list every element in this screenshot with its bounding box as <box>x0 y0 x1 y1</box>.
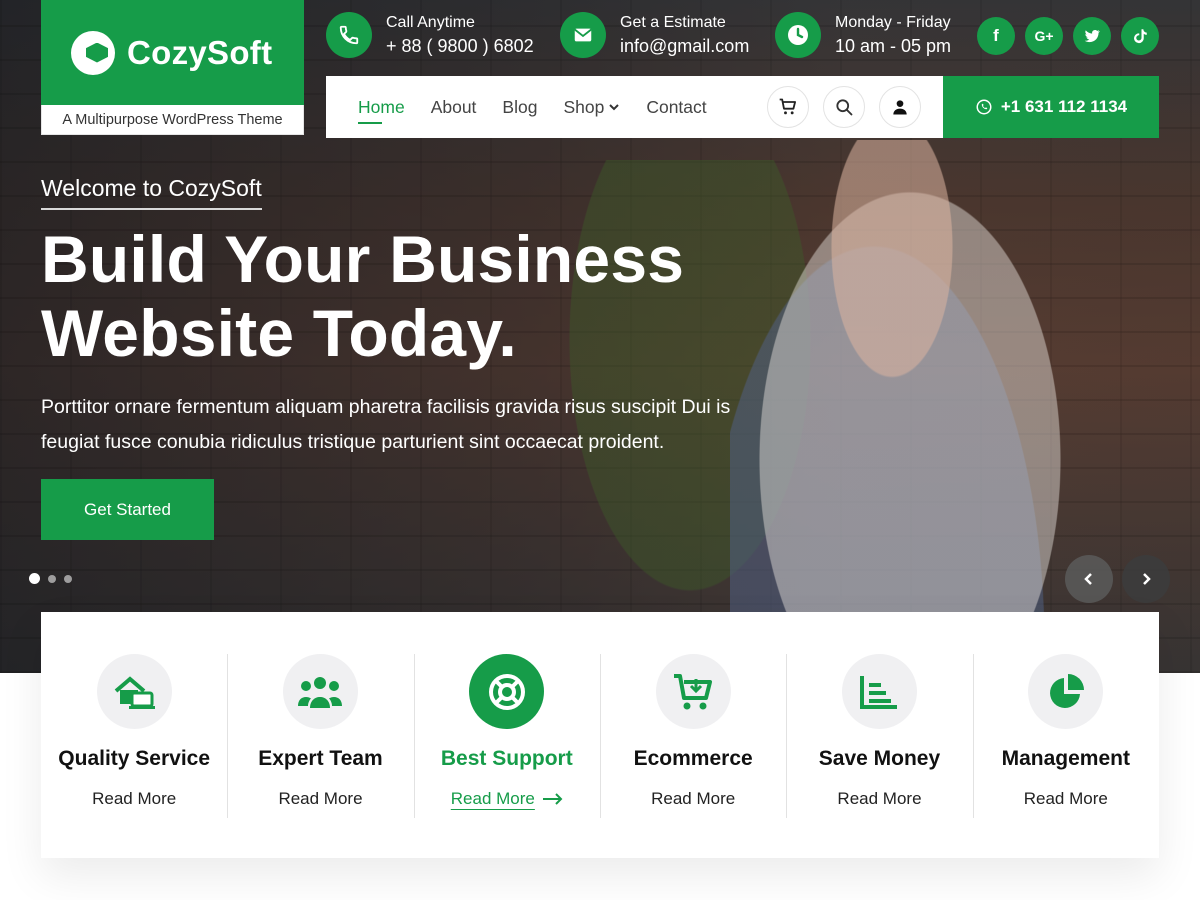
hours-value: 10 am - 05 pm <box>835 35 952 56</box>
nav-blog[interactable]: Blog <box>502 76 537 138</box>
get-started-button[interactable]: Get Started <box>41 479 214 540</box>
cart-icon[interactable] <box>766 86 809 128</box>
team-icon <box>282 654 358 729</box>
google-plus-icon[interactable]: G+ <box>1025 17 1063 55</box>
call-label: Call Anytime <box>386 14 475 32</box>
headline-line-2: Website Today. <box>41 296 517 370</box>
feature-best-support[interactable]: Best Support Read More <box>413 612 600 858</box>
envelope-icon <box>560 12 606 58</box>
read-more-link[interactable]: Read More <box>92 789 176 809</box>
hero-welcome: Welcome to CozySoft <box>41 175 262 210</box>
chevron-down-icon <box>609 104 620 111</box>
nav-home[interactable]: Home <box>358 76 405 138</box>
social-links: f G+ <box>977 17 1159 55</box>
home-devices-icon <box>96 654 172 729</box>
nav-contact[interactable]: Contact <box>646 76 706 138</box>
read-more-link[interactable]: Read More <box>651 789 735 809</box>
main-navigation: Home About Blog Shop Contact +1 631 112 … <box>326 76 1159 138</box>
hero-headline: Build Your Business Website Today. <box>41 222 741 370</box>
feature-title: Best Support <box>440 747 573 770</box>
feature-save-money[interactable]: Save Money Read More <box>786 612 972 858</box>
nav-shop-label: Shop <box>563 96 605 117</box>
lifebuoy-icon <box>469 654 545 729</box>
phone-button[interactable]: +1 631 112 1134 <box>943 76 1159 138</box>
read-more-link[interactable]: Read More <box>451 789 563 809</box>
feature-expert-team[interactable]: Expert Team Read More <box>227 612 413 858</box>
description-line-1: Porttitor ornare fermentum aliquam phare… <box>41 396 731 418</box>
arrow-right-icon <box>542 793 563 805</box>
site-logo[interactable]: CozySoft A Multipurpose WordPress Theme <box>41 0 304 135</box>
slider-dot-1[interactable] <box>29 573 40 584</box>
feature-quality-service[interactable]: Quality Service Read More <box>41 612 227 858</box>
feature-title: Quality Service <box>58 747 211 770</box>
nav-shop[interactable]: Shop <box>563 76 620 138</box>
chevron-right-icon <box>1143 573 1151 585</box>
tiktok-icon[interactable] <box>1121 17 1159 55</box>
phone-icon <box>326 12 372 58</box>
chevron-left-icon <box>1084 573 1092 585</box>
bar-chart-icon <box>841 654 917 729</box>
email-address[interactable]: info@gmail.com <box>620 34 749 58</box>
call-number[interactable]: + 88 ( 9800 ) 6802 <box>386 34 534 58</box>
logo-icon <box>71 30 115 75</box>
slider-next-button[interactable] <box>1122 555 1170 603</box>
read-more-link[interactable]: Read More <box>837 789 921 809</box>
twitter-icon[interactable] <box>1073 17 1111 55</box>
brand-tagline: A Multipurpose WordPress Theme <box>41 105 304 135</box>
read-more-link[interactable]: Read More <box>278 789 362 809</box>
feature-ecommerce[interactable]: Ecommerce Read More <box>599 612 786 858</box>
contact-call: Call Anytime + 88 ( 9800 ) 6802 <box>326 12 534 58</box>
nav-about[interactable]: About <box>431 76 477 138</box>
brand-name: CozySoft <box>127 33 273 71</box>
slider-prev-button[interactable] <box>1065 555 1113 603</box>
features-panel: Quality Service Read More Expert Team Re… <box>41 612 1159 858</box>
headline-line-1: Build Your Business <box>41 222 685 296</box>
description-line-2: feugiat fusce conubia ridiculus tristiqu… <box>41 431 665 453</box>
feature-title: Save Money <box>818 747 941 770</box>
slider-dot-3[interactable] <box>64 574 72 583</box>
clock-icon <box>775 12 821 58</box>
pie-chart-icon <box>1028 654 1104 729</box>
phone-number: +1 631 112 1134 <box>1000 97 1128 116</box>
days-label: Monday - Friday <box>835 14 951 32</box>
cart-download-icon <box>655 654 731 729</box>
read-more-link[interactable]: Read More <box>1024 789 1108 809</box>
search-icon[interactable] <box>822 86 865 128</box>
slider-dots <box>29 573 72 584</box>
user-icon[interactable] <box>878 86 921 128</box>
feature-title: Management <box>1001 747 1130 770</box>
contact-hours: Monday - Friday 10 am - 05 pm <box>775 12 951 58</box>
feature-management[interactable]: Management Read More <box>972 612 1159 858</box>
facebook-icon[interactable]: f <box>977 17 1015 55</box>
hero-description: Porttitor ornare fermentum aliquam phare… <box>41 390 841 460</box>
slider-dot-2[interactable] <box>48 574 56 583</box>
estimate-label: Get a Estimate <box>620 14 726 32</box>
whatsapp-icon <box>976 99 992 115</box>
feature-title: Ecommerce <box>633 747 753 770</box>
contact-email: Get a Estimate info@gmail.com <box>560 12 749 58</box>
feature-title: Expert Team <box>258 747 383 770</box>
